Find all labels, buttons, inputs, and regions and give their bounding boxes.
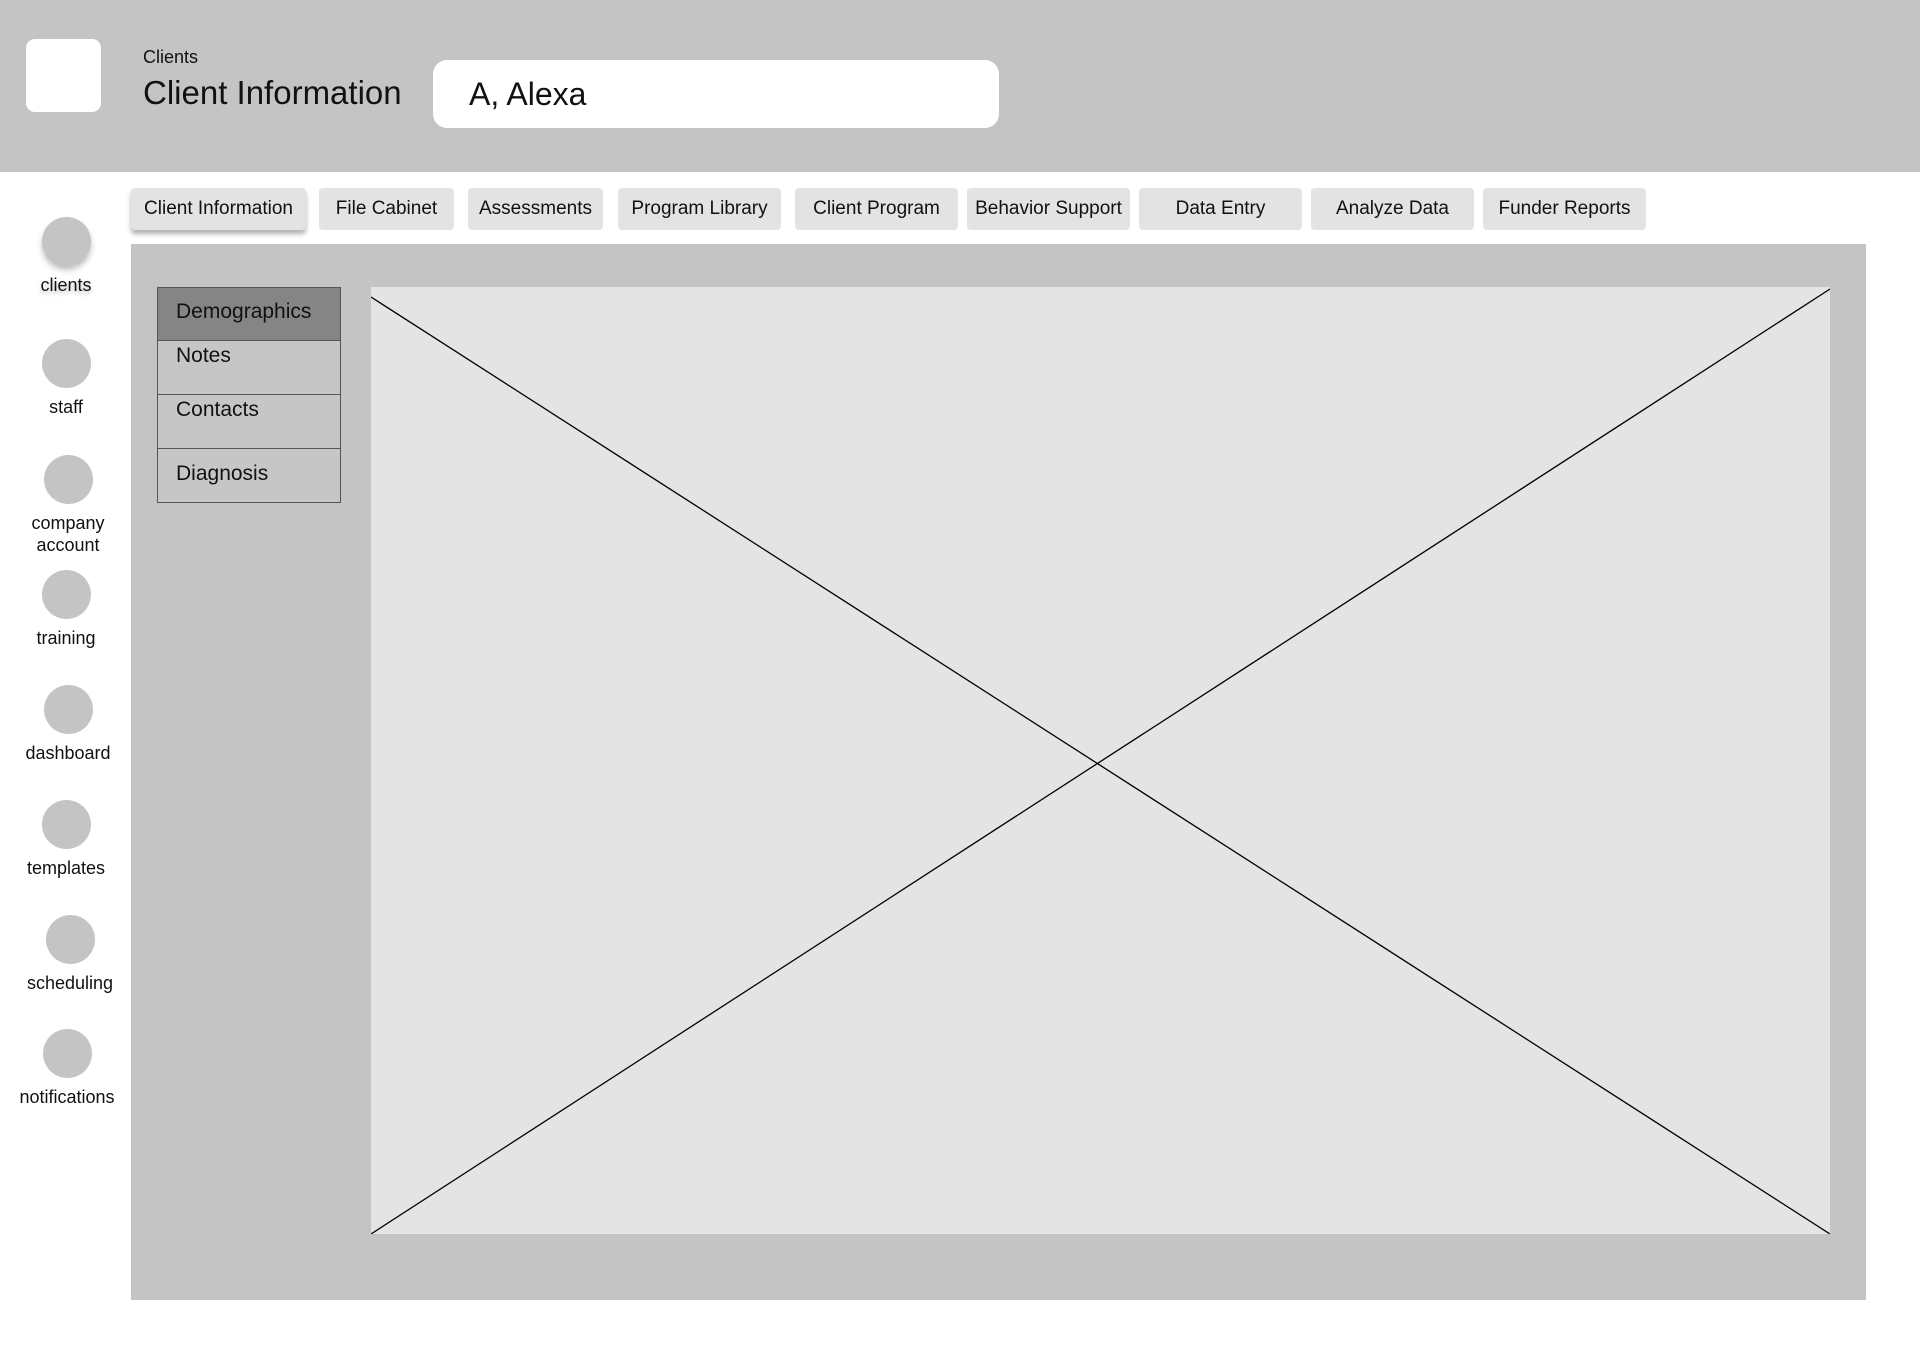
tab-file-cabinet[interactable]: File Cabinet: [319, 188, 454, 230]
subnav-item-demographics[interactable]: Demographics: [157, 287, 341, 341]
page-title: Client Information: [143, 74, 402, 111]
clients-icon: [41, 217, 91, 266]
tab-behavior-support[interactable]: Behavior Support: [967, 188, 1130, 230]
tab-analyze-data[interactable]: Analyze Data: [1311, 188, 1474, 230]
tab-assessments[interactable]: Assessments: [468, 188, 603, 230]
tab-program-library[interactable]: Program Library: [618, 188, 781, 230]
nav-item-notifications[interactable]: notifications: [6, 1029, 128, 1108]
tab-data-entry[interactable]: Data Entry: [1139, 188, 1302, 230]
tab-client-program[interactable]: Client Program: [795, 188, 958, 230]
subnav-item-contacts[interactable]: Contacts: [157, 395, 341, 449]
placeholder-cross-icon: [371, 288, 1830, 1234]
app-window: Clients Client Information A, Alexa clie…: [0, 0, 1920, 1365]
tab-client-information[interactable]: Client Information: [131, 188, 306, 230]
nav-label: training: [36, 628, 96, 648]
app-logo[interactable]: [26, 39, 101, 112]
nav-item-company-account[interactable]: company account: [6, 455, 130, 556]
nav-item-training[interactable]: training: [6, 570, 126, 649]
nav-label: scheduling: [26, 973, 114, 993]
client-selector[interactable]: A, Alexa: [433, 60, 999, 128]
tab-funder-reports[interactable]: Funder Reports: [1483, 188, 1646, 230]
dashboard-icon: [43, 685, 93, 734]
nav-item-staff[interactable]: staff: [6, 339, 126, 418]
nav-item-templates[interactable]: templates: [6, 800, 126, 879]
nav-item-dashboard[interactable]: dashboard: [8, 685, 128, 764]
breadcrumb[interactable]: Clients: [143, 47, 198, 68]
subnav-item-diagnosis[interactable]: Diagnosis: [157, 449, 341, 503]
image-placeholder: [371, 287, 1830, 1234]
subnav-item-notes[interactable]: Notes: [157, 341, 341, 395]
top-header: Clients Client Information A, Alexa: [0, 0, 1920, 172]
nav-label: templates: [26, 858, 106, 878]
nav-label: clients: [40, 275, 92, 295]
nav-item-scheduling[interactable]: scheduling: [10, 915, 130, 994]
nav-item-clients[interactable]: clients: [6, 217, 126, 296]
training-icon: [41, 570, 91, 619]
section-subnav: Demographics Notes Contacts Diagnosis: [157, 287, 341, 503]
company-account-icon: [43, 455, 93, 504]
nav-label: staff: [49, 397, 83, 417]
notifications-icon: [42, 1029, 92, 1078]
nav-label: dashboard: [25, 743, 111, 763]
scheduling-icon: [45, 915, 95, 964]
templates-icon: [41, 800, 91, 849]
staff-icon: [41, 339, 91, 388]
nav-label: company account: [31, 513, 105, 555]
nav-label: notifications: [19, 1087, 115, 1107]
